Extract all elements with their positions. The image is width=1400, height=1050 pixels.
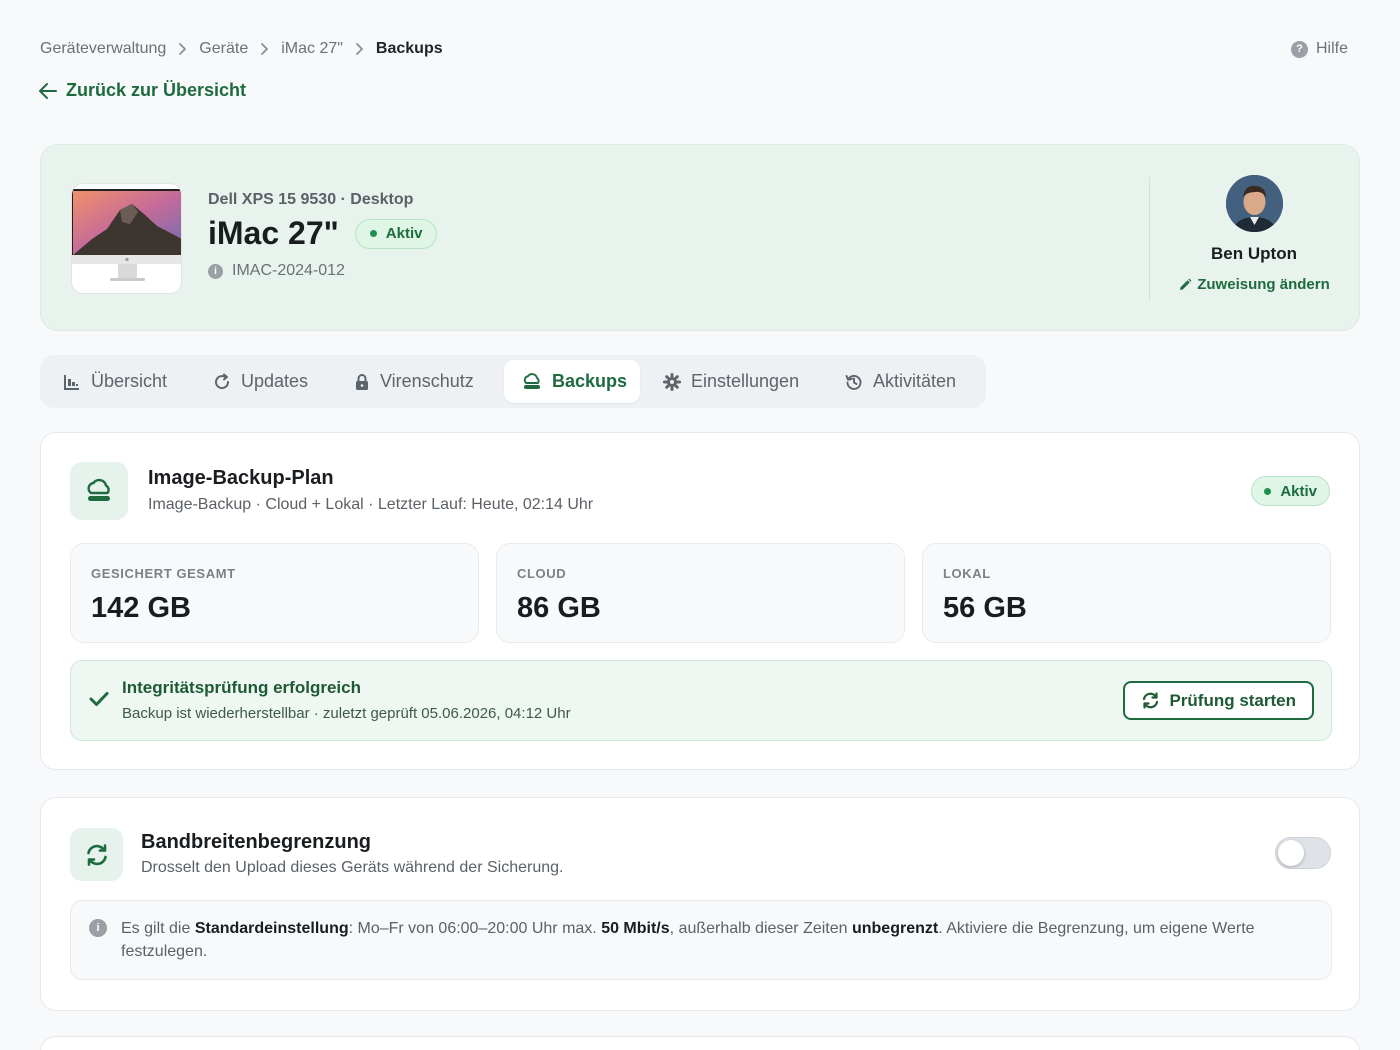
device-status-label: Aktiv	[385, 225, 423, 242]
stat-value: 86 GB	[517, 592, 601, 624]
assignee-panel: Ben Upton Zuweisung ändern	[1166, 175, 1342, 297]
stat-value: 56 GB	[943, 592, 1027, 624]
note-text-part: : Mo–Fr von 06:00–20:00 Uhr max.	[348, 920, 602, 937]
help-link[interactable]: ? Hilfe	[1290, 40, 1348, 58]
device-asset-id: i IMAC-2024-012	[208, 262, 437, 280]
tab-antivirus[interactable]: Virenschutz	[336, 360, 496, 403]
note-default-setting: Standardeinstellung	[194, 920, 349, 937]
lock-icon	[356, 373, 368, 390]
back-label: Zurück zur Übersicht	[66, 80, 247, 100]
backup-plan-description: Image-Backup · Cloud + Lokal · Letzter L…	[148, 496, 594, 513]
info-icon: i	[208, 263, 223, 279]
cloud-icon	[523, 372, 540, 389]
integrity-detail: Backup ist wiederherstellbar · zuletzt g…	[122, 705, 571, 722]
chevron-right-icon	[178, 42, 187, 56]
tab-label: Übersicht	[91, 371, 168, 391]
refresh-icon	[215, 373, 230, 389]
device-info: Dell XPS 15 9530 · Desktop iMac 27" Akti…	[208, 191, 438, 280]
avatar	[1225, 175, 1283, 232]
breadcrumb-item-current: Backups	[375, 40, 443, 57]
tab-label: Aktivitäten	[873, 371, 957, 391]
note-max-rate: 50 Mbit/s	[601, 920, 670, 937]
help-label: Hilfe	[1315, 40, 1348, 57]
stat-label: GESICHERT GESAMT	[91, 566, 236, 581]
top-bar: Geräteverwaltung Geräte iMac 27" Backups…	[40, 38, 1348, 60]
note-unlimited: unbegrenzt	[851, 920, 939, 937]
integrity-title: Integritätsprüfung erfolgreich	[122, 678, 361, 697]
info-icon: i	[89, 919, 107, 937]
change-assignment-link[interactable]: Zuweisung ändern	[1178, 276, 1330, 293]
back-link[interactable]: Zurück zur Übersicht	[38, 80, 246, 101]
backup-plan-status-label: Aktiv	[1280, 482, 1317, 500]
bandwidth-description: Drosselt den Upload dieses Geräts währen…	[141, 859, 564, 876]
history-icon	[845, 374, 862, 390]
tab-activities[interactable]: Aktivitäten	[827, 360, 977, 403]
tab-label: Backups	[552, 371, 628, 391]
device-name: iMac 27"	[208, 215, 339, 251]
start-check-button[interactable]: Prüfung starten	[1123, 681, 1314, 720]
breadcrumb-item-device-management[interactable]: Geräteverwaltung	[40, 40, 166, 58]
bandwidth-title: Bandbreitenbegrenzung	[141, 831, 372, 853]
checkmark-icon	[89, 692, 109, 706]
breadcrumb-item-device[interactable]: iMac 27"	[281, 40, 343, 58]
pencil-icon	[1180, 278, 1192, 290]
next-card	[40, 1036, 1360, 1050]
stat-label: LOKAL	[943, 566, 991, 581]
breadcrumb: Geräteverwaltung Geräte iMac 27" Backups	[40, 40, 443, 58]
note-text-part: Es gilt die	[121, 920, 195, 937]
backup-plan-title: Image-Backup-Plan	[148, 467, 334, 489]
tab-overview[interactable]: Übersicht	[45, 360, 193, 403]
sync-icon	[86, 843, 107, 866]
backup-plan-icon-box	[70, 462, 128, 520]
asset-id-value: IMAC-2024-012	[232, 262, 345, 279]
breadcrumb-item-devices[interactable]: Geräte	[199, 40, 248, 58]
device-status-badge: Aktiv	[354, 218, 438, 249]
device-image	[71, 183, 182, 294]
tab-settings[interactable]: Einstellungen	[645, 360, 823, 403]
device-title-row: iMac 27" Aktiv	[208, 215, 438, 252]
device-header-card: Dell XPS 15 9530 · Desktop iMac 27" Akti…	[40, 144, 1360, 331]
chevron-right-icon	[260, 42, 269, 56]
refresh-icon	[1143, 692, 1159, 709]
gear-icon	[663, 372, 681, 391]
bandwidth-default-note: i Es gilt die Standardeinstellung: Mo–Fr…	[70, 900, 1332, 980]
tab-label: Updates	[241, 371, 309, 391]
stat-total: GESICHERT GESAMT 142 GB	[70, 543, 479, 643]
toggle-knob	[1278, 840, 1304, 866]
integrity-check-banner: Integritätsprüfung erfolgreich Backup is…	[70, 660, 1332, 741]
backup-plan-card: Image-Backup-Plan Image-Backup · Cloud +…	[40, 432, 1360, 770]
change-assignment-label: Zuweisung ändern	[1197, 276, 1330, 293]
bandwidth-toggle[interactable]	[1275, 837, 1331, 869]
cloud-icon	[87, 478, 110, 501]
chevron-right-icon	[355, 42, 364, 56]
stat-value: 142 GB	[91, 592, 191, 624]
stat-label: CLOUD	[517, 566, 567, 581]
tab-updates[interactable]: Updates	[195, 360, 330, 403]
stat-cloud: CLOUD 86 GB	[496, 543, 905, 643]
hero-divider	[1149, 177, 1150, 301]
tab-label: Virenschutz	[380, 371, 474, 391]
start-check-label: Prüfung starten	[1169, 690, 1296, 710]
status-dot-icon	[369, 230, 377, 237]
backup-plan-status-badge: Aktiv	[1251, 476, 1330, 506]
chart-icon	[64, 374, 79, 390]
note-text-part: , außerhalb dieser Zeiten	[669, 920, 852, 937]
status-dot-icon	[1264, 487, 1272, 495]
bandwidth-icon-box	[70, 828, 123, 881]
bandwidth-card: Bandbreitenbegrenzung Drosselt den Uploa…	[40, 797, 1360, 1011]
tab-backups[interactable]: Backups	[504, 360, 640, 403]
arrow-left-icon	[39, 82, 57, 99]
stat-local: LOKAL 56 GB	[922, 543, 1331, 643]
note-text: Es gilt die Standardeinstellung: Mo–Fr v…	[121, 917, 1316, 963]
tab-label: Einstellungen	[691, 371, 800, 391]
question-icon: ?	[1290, 40, 1308, 58]
assignee-name: Ben Upton	[1211, 244, 1297, 263]
device-tabs: Übersicht Updates Virenschutz Backups Ei…	[40, 355, 986, 408]
device-subtitle: Dell XPS 15 9530 · Desktop	[208, 191, 414, 208]
